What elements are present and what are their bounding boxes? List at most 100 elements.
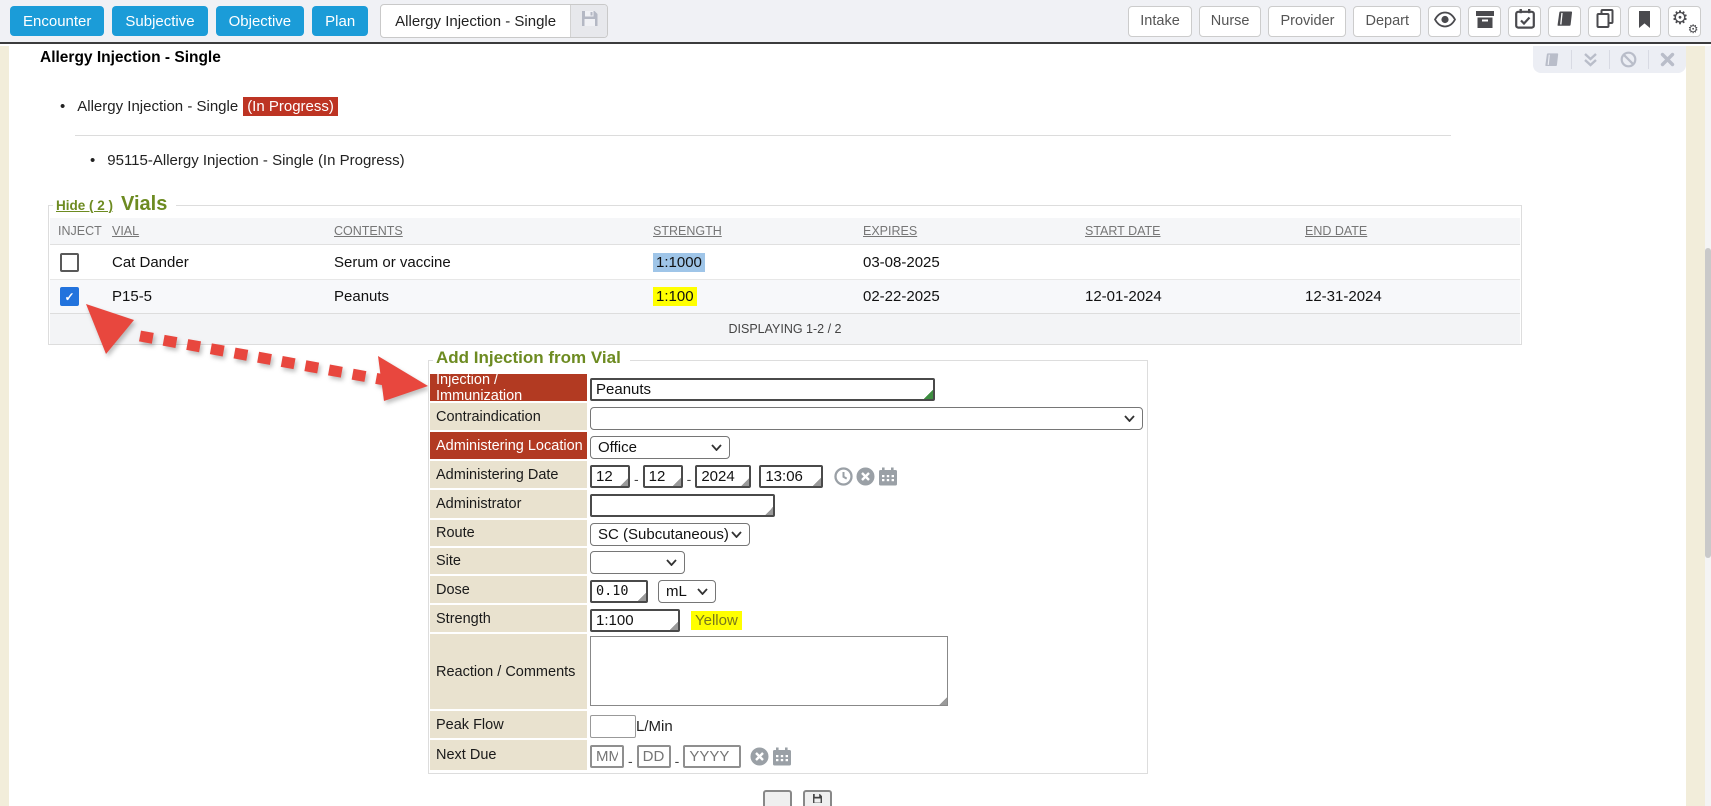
site-select[interactable] bbox=[590, 551, 685, 574]
dose-label: Dose bbox=[430, 576, 587, 605]
peak-flow-input[interactable] bbox=[590, 715, 636, 738]
contents-cell: Serum or vaccine bbox=[334, 254, 653, 271]
date-year-input[interactable] bbox=[695, 465, 751, 488]
route-select[interactable]: SC (Subcutaneous) bbox=[590, 523, 750, 546]
annotation-arrow bbox=[78, 298, 430, 404]
vials-legend: Hide ( 2 ) Vials bbox=[53, 193, 176, 216]
save-icon bbox=[812, 791, 823, 806]
inject-checkbox[interactable]: ✓ bbox=[60, 253, 79, 272]
plan-button[interactable]: Plan bbox=[312, 6, 368, 36]
calendar-icon[interactable] bbox=[772, 747, 792, 766]
page-title: Allergy Injection - Single bbox=[40, 49, 221, 67]
provider-button[interactable]: Provider bbox=[1268, 6, 1346, 37]
clock-icon[interactable] bbox=[834, 467, 853, 486]
bottom-button-1[interactable] bbox=[763, 790, 792, 806]
expires-cell: 03-08-2025 bbox=[863, 254, 1085, 271]
strength-color-note: Yellow bbox=[691, 611, 742, 630]
bookmark-icon bbox=[1636, 10, 1653, 33]
date-month-input[interactable] bbox=[590, 465, 630, 488]
panel-book-button[interactable] bbox=[1533, 50, 1571, 69]
bullet-icon: • bbox=[90, 152, 95, 169]
right-margin-strip bbox=[1686, 46, 1706, 806]
date-day-input[interactable] bbox=[643, 465, 683, 488]
column-header-end-date[interactable]: END DATE bbox=[1305, 224, 1367, 238]
collapse-all-button[interactable] bbox=[1571, 50, 1610, 69]
subjective-button[interactable]: Subjective bbox=[112, 6, 207, 36]
column-header-contents[interactable]: CONTENTS bbox=[334, 224, 403, 238]
administrator-input[interactable] bbox=[590, 494, 775, 517]
column-header-expires[interactable]: EXPIRES bbox=[863, 224, 917, 238]
document-title-box: Allergy Injection - Single bbox=[380, 4, 608, 38]
bookmark-button[interactable] bbox=[1628, 6, 1661, 37]
strength-input[interactable] bbox=[590, 609, 680, 632]
next-due-day-input[interactable] bbox=[637, 745, 671, 768]
site-label: Site bbox=[430, 548, 587, 576]
status-item-1: • Allergy Injection - Single (In Progres… bbox=[60, 97, 338, 116]
bullet-icon: • bbox=[60, 98, 65, 115]
archive-box-icon bbox=[1475, 10, 1495, 33]
divider-line bbox=[75, 135, 1451, 136]
nurse-button[interactable]: Nurse bbox=[1199, 6, 1262, 37]
status-badge: (In Progress) bbox=[243, 97, 338, 116]
calendar-icon[interactable] bbox=[878, 467, 898, 486]
hide-vials-link[interactable]: Hide ( 2 ) bbox=[56, 198, 113, 213]
vials-table-header: INJECT VIAL CONTENTS STRENGTH EXPIRES ST… bbox=[50, 218, 1520, 245]
peak-flow-unit: L/Min bbox=[636, 718, 673, 735]
eye-icon bbox=[1434, 11, 1456, 32]
strength-label: Strength bbox=[430, 605, 587, 634]
archive-button[interactable] bbox=[1468, 6, 1501, 37]
next-due-year-input[interactable] bbox=[683, 745, 741, 768]
contraindication-select[interactable] bbox=[590, 407, 1143, 430]
column-header-vial[interactable]: VIAL bbox=[112, 224, 139, 238]
column-header-start-date[interactable]: START DATE bbox=[1085, 224, 1160, 238]
displaying-count: DISPLAYING 1-2 / 2 bbox=[728, 322, 841, 336]
end-date-cell: 12-31-2024 bbox=[1305, 288, 1520, 305]
form-section-title: Add Injection from Vial bbox=[436, 348, 621, 368]
objective-button[interactable]: Objective bbox=[216, 6, 305, 36]
calendar-check-button[interactable] bbox=[1508, 6, 1541, 37]
copy-button[interactable] bbox=[1588, 6, 1621, 37]
dose-unit-select[interactable]: mL bbox=[658, 580, 716, 603]
check-icon: ✓ bbox=[64, 291, 74, 303]
document-title: Allergy Injection - Single bbox=[381, 5, 570, 37]
eye-button[interactable] bbox=[1428, 6, 1461, 37]
route-label: Route bbox=[430, 520, 587, 548]
status-item-2: • 95115-Allergy Injection - Single (In P… bbox=[90, 152, 405, 169]
vial-cell: Cat Dander bbox=[112, 254, 334, 271]
scrollbar-thumb[interactable] bbox=[1705, 248, 1711, 558]
expires-cell: 02-22-2025 bbox=[863, 288, 1085, 305]
clear-circle-icon[interactable] bbox=[750, 747, 769, 766]
column-header-strength[interactable]: STRENGTH bbox=[653, 224, 722, 238]
disable-button[interactable] bbox=[1609, 50, 1648, 69]
next-due-month-input[interactable] bbox=[590, 745, 624, 768]
inject-checkbox[interactable]: ✓ bbox=[60, 287, 79, 306]
gears-icon: ⚙⚙ bbox=[1674, 10, 1696, 32]
injection-label: Injection / Immunization bbox=[430, 374, 587, 403]
form-rows: Injection / Immunization Contraindicatio… bbox=[430, 374, 1146, 772]
save-button[interactable] bbox=[570, 5, 607, 37]
add-injection-section: Add Injection from Vial Injection / Immu… bbox=[428, 360, 1148, 774]
encounter-button[interactable]: Encounter bbox=[10, 6, 104, 36]
book-button[interactable] bbox=[1548, 6, 1581, 37]
start-date-cell: 12-01-2024 bbox=[1085, 288, 1305, 305]
date-time-input[interactable] bbox=[759, 465, 823, 488]
dose-input[interactable] bbox=[590, 580, 648, 603]
injection-input[interactable] bbox=[590, 378, 935, 401]
vertical-scrollbar[interactable] bbox=[1705, 46, 1711, 806]
app-window: Encounter Subjective Objective Plan Alle… bbox=[0, 0, 1711, 806]
depart-button[interactable]: Depart bbox=[1353, 6, 1421, 37]
administering-date-label: Administering Date bbox=[430, 461, 587, 490]
table-row: ✓ Cat Dander Serum or vaccine 1:1000 03-… bbox=[50, 245, 1520, 279]
close-icon[interactable] bbox=[1648, 50, 1687, 69]
copy-icon bbox=[1595, 9, 1615, 33]
date-separator: - bbox=[628, 753, 633, 772]
reaction-comments-textarea[interactable] bbox=[590, 636, 948, 706]
administering-location-select[interactable]: Office bbox=[590, 436, 730, 459]
next-due-label: Next Due bbox=[430, 740, 587, 772]
reaction-comments-label: Reaction / Comments bbox=[430, 634, 587, 711]
bottom-button-2[interactable] bbox=[803, 790, 832, 806]
intake-button[interactable]: Intake bbox=[1128, 6, 1192, 37]
settings-button[interactable]: ⚙⚙ bbox=[1668, 6, 1701, 37]
strength-cell: 1:100 bbox=[653, 287, 697, 306]
clear-circle-icon[interactable] bbox=[856, 467, 875, 486]
